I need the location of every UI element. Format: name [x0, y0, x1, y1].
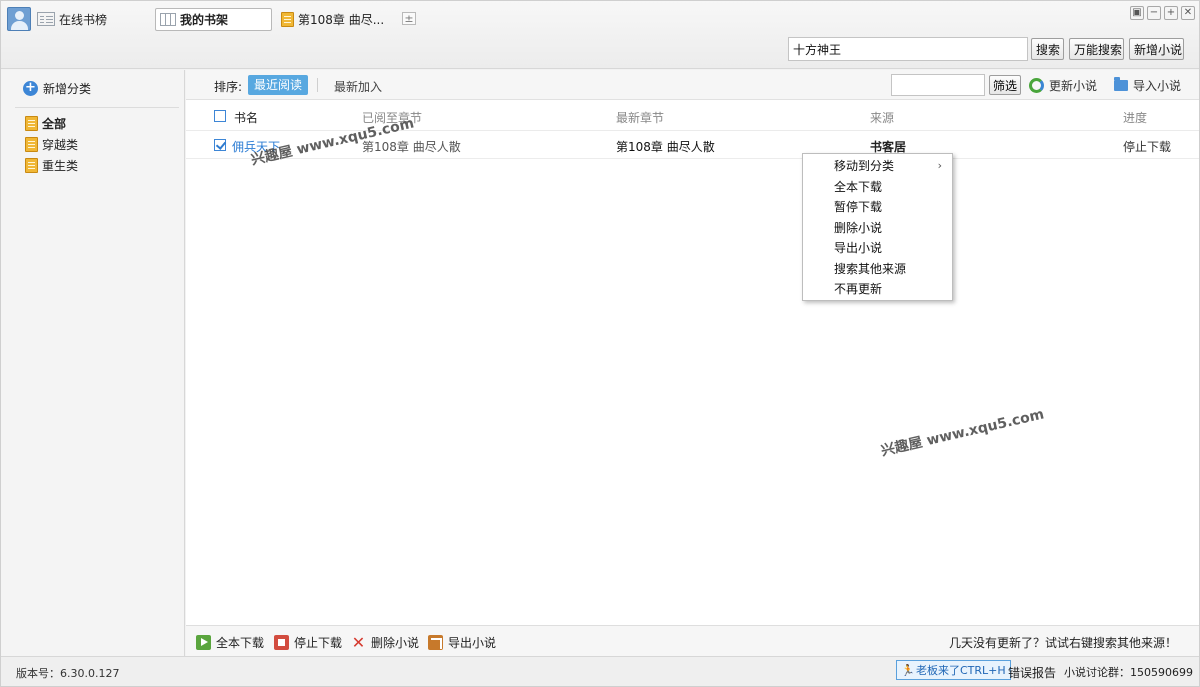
app-window: 在线书榜 我的书架 第108章 曲尽... ± ▣ − + ✕ 搜索 万能搜索 … — [0, 0, 1200, 687]
export-icon — [428, 635, 443, 650]
search-button[interactable]: 搜索 — [1031, 38, 1064, 60]
filter-input[interactable] — [891, 74, 985, 96]
avatar-icon[interactable] — [7, 7, 31, 31]
import-label: 导入小说 — [1133, 79, 1182, 93]
status-bar: 版本号：6.30.0.127 🏃 老板来了CTRL+H 错误报告 小说讨论群：1… — [1, 656, 1199, 686]
sidebar-item-rebirth[interactable]: 重生类 — [25, 155, 78, 176]
tab-online-ranking[interactable]: 在线书榜 — [37, 8, 107, 30]
running-man-icon: 🏃 — [901, 663, 915, 677]
row-checkbox[interactable] — [214, 139, 226, 151]
sort-recent-added-tab[interactable]: 最新加入 — [334, 78, 382, 95]
refresh-label: 更新小说 — [1049, 79, 1098, 93]
plus-circle-icon: + — [23, 81, 38, 96]
category-label: 全部 — [42, 117, 67, 131]
error-report-link[interactable]: 错误报告 — [1008, 664, 1056, 681]
add-novel-button[interactable]: 新增小说 — [1129, 38, 1184, 60]
book-icon — [25, 158, 38, 173]
book-icon — [25, 137, 38, 152]
discussion-group-info: 小说讨论群：150590699 — [1064, 666, 1193, 679]
top-bar: 在线书榜 我的书架 第108章 曲尽... ± ▣ − + ✕ 搜索 万能搜索 … — [1, 1, 1199, 69]
category-list: 全部 穿越类 重生类 — [25, 113, 78, 176]
window-controls: ▣ − + ✕ — [1130, 6, 1195, 20]
table-header: 书名 已阅至章节 最新章节 来源 进度 — [186, 101, 1199, 131]
list-icon — [37, 12, 55, 26]
close-icon: ✕ — [351, 633, 366, 652]
boss-key-label: 老板来了CTRL+H — [916, 664, 1006, 677]
category-label: 穿越类 — [42, 138, 79, 152]
universal-search-button[interactable]: 万能搜索 — [1069, 38, 1124, 60]
bookshelf-icon — [160, 13, 176, 26]
context-menu: 移动到分类 › 全本下载 暂停下载 删除小说 导出小说 搜索其他来源 不再更新 — [802, 153, 953, 301]
minimize-button[interactable]: − — [1147, 6, 1161, 20]
refresh-novels-button[interactable]: 更新小说 — [1029, 77, 1097, 94]
category-label: 重生类 — [42, 159, 79, 173]
search-input[interactable] — [788, 37, 1028, 61]
menu-item-delete-novel[interactable]: 删除小说 — [803, 218, 952, 239]
close-button[interactable]: ✕ — [1181, 6, 1195, 20]
sort-label: 排序: — [214, 80, 243, 94]
tab-chapter[interactable]: 第108章 曲尽... — [281, 8, 384, 30]
sort-recent-read-tab[interactable]: 最近阅读 — [248, 75, 309, 95]
sort-divider — [317, 78, 318, 92]
download-icon — [196, 635, 211, 650]
book-icon — [281, 11, 294, 27]
column-header-name: 书名 — [234, 111, 259, 125]
menu-item-export-novel[interactable]: 导出小说 — [803, 238, 952, 259]
column-header-progress: 进度 — [1123, 111, 1148, 125]
sidebar: + 新增分类 全部 穿越类 重生类 — [1, 70, 185, 656]
boss-key-button[interactable]: 🏃 老板来了CTRL+H — [896, 660, 1011, 680]
sidebar-item-time-travel[interactable]: 穿越类 — [25, 134, 78, 155]
column-header-latest: 最新章节 — [616, 111, 665, 125]
folder-icon — [1114, 77, 1128, 91]
tab-my-bookshelf[interactable]: 我的书架 — [155, 8, 272, 31]
select-all-checkbox[interactable] — [214, 110, 226, 122]
refresh-icon — [1029, 78, 1044, 93]
menu-item-stop-updating[interactable]: 不再更新 — [803, 279, 952, 300]
update-tip: 几天没有更新了？试试右键搜索其他来源！ — [948, 636, 1177, 650]
filter-button[interactable]: 筛选 — [989, 75, 1021, 95]
menu-item-label: 移动到分类 — [834, 159, 895, 173]
add-category-button[interactable]: + 新增分类 — [23, 80, 91, 97]
sidebar-item-all[interactable]: 全部 — [25, 113, 78, 134]
menu-item-full-download[interactable]: 全本下载 — [803, 177, 952, 198]
sidebar-divider — [15, 107, 179, 108]
latest-chapter: 第108章 曲尽人散 — [616, 140, 715, 154]
menu-item-pause-download[interactable]: 暂停下载 — [803, 197, 952, 218]
main-panel: 排序: 最近阅读 最新加入 筛选 更新小说 导入小说 书名 已阅至章节 最新章节… — [186, 70, 1199, 656]
menu-item-search-other-sources[interactable]: 搜索其他来源 — [803, 259, 952, 280]
tab-shelf-label: 我的书架 — [180, 13, 229, 27]
tab-chapter-label: 第108章 曲尽... — [298, 12, 385, 27]
import-novels-button[interactable]: 导入小说 — [1114, 77, 1181, 94]
menu-item-move-to-category[interactable]: 移动到分类 › — [803, 156, 952, 177]
skin-button[interactable]: ▣ — [1130, 6, 1144, 20]
sort-toolbar: 排序: 最近阅读 最新加入 筛选 更新小说 导入小说 — [186, 70, 1199, 100]
bottom-toolbar: 全本下载 停止下载 ✕ 删除小说 导出小说 几天没有更新了？试试右键搜索其他来源… — [186, 625, 1199, 656]
stop-download-label: 停止下载 — [294, 636, 343, 650]
stop-icon — [274, 635, 289, 650]
tab-online-label: 在线书榜 — [59, 12, 108, 27]
version-number: 版本号：6.30.0.127 — [16, 667, 120, 680]
full-download-label: 全本下载 — [216, 636, 265, 650]
download-progress: 停止下载 — [1123, 140, 1172, 154]
export-novel-button[interactable]: 导出小说 — [428, 634, 496, 651]
export-label: 导出小说 — [448, 636, 497, 650]
book-icon — [25, 116, 38, 131]
column-header-source: 来源 — [870, 111, 895, 125]
add-tab-button[interactable]: ± — [402, 12, 416, 25]
stop-download-button[interactable]: 停止下载 — [274, 634, 342, 651]
maximize-button[interactable]: + — [1164, 6, 1178, 20]
delete-novel-button[interactable]: ✕ 删除小说 — [351, 634, 419, 651]
chevron-right-icon: › — [937, 159, 942, 172]
add-category-label: 新增分类 — [43, 82, 92, 96]
full-download-button[interactable]: 全本下载 — [196, 634, 264, 651]
delete-label: 删除小说 — [371, 636, 420, 650]
